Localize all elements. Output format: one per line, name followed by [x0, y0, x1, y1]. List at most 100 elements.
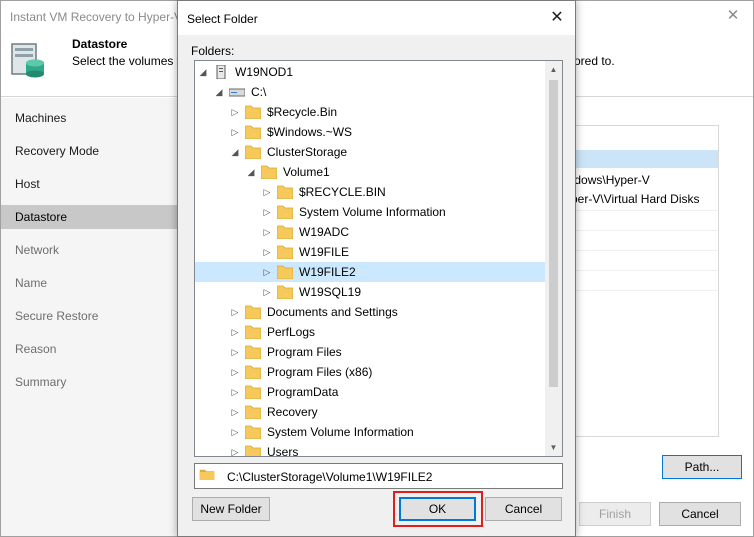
tree-node-label: W19ADC [299, 225, 350, 239]
chevron-right-icon[interactable]: ▷ [229, 122, 241, 142]
folders-label: Folders: [191, 44, 235, 58]
chevron-right-icon[interactable]: ▷ [261, 222, 273, 242]
chevron-right-icon[interactable]: ▷ [229, 362, 241, 382]
finish-button: Finish [579, 502, 651, 526]
tree-node[interactable]: ▷ W19FILE [195, 242, 545, 262]
tree-node[interactable]: ▷ $RECYCLE.BIN [195, 182, 545, 202]
chevron-down-icon[interactable]: ◢ [197, 62, 209, 82]
tree-scrollbar[interactable]: ▲ ▼ [545, 61, 562, 456]
step-secure-restore: Secure Restore [15, 309, 99, 323]
list-row-selected[interactable] [561, 150, 718, 168]
chevron-right-icon[interactable]: ▷ [229, 342, 241, 362]
folder-icon [245, 305, 261, 319]
chevron-right-icon[interactable]: ▷ [229, 322, 241, 342]
tree-node[interactable]: ▷ Program Files [195, 342, 545, 362]
folder-icon [277, 285, 293, 299]
folder-icon [245, 145, 261, 159]
tree-node-label: W19FILE [299, 245, 350, 259]
wizard-step-description-tail: ored to. [574, 54, 615, 68]
chevron-right-icon[interactable]: ▷ [261, 202, 273, 222]
wizard-title: Instant VM Recovery to Hyper-V [10, 10, 183, 24]
select-folder-dialog: Select Folder ✕ Folders: ◢ W19NOD1 ◢ C:\ ▷ $R… [177, 0, 576, 537]
folder-icon [245, 325, 261, 339]
chevron-right-icon[interactable]: ▷ [261, 242, 273, 262]
folder-icon [245, 445, 261, 456]
close-icon[interactable]: ✕ [723, 7, 743, 25]
step-recovery-mode[interactable]: Recovery Mode [1, 139, 179, 163]
new-folder-button[interactable]: New Folder [192, 497, 270, 521]
folder-tree[interactable]: ◢ W19NOD1 ◢ C:\ ▷ $Recycle.Bin ▷ $Windows.~WS ◢ C… [194, 60, 563, 457]
chevron-right-icon[interactable]: ▷ [229, 402, 241, 422]
tree-node-label: $RECYCLE.BIN [299, 185, 386, 199]
step-machines[interactable]: Machines [1, 106, 179, 130]
tree-node[interactable]: ▷ $Windows.~WS [195, 122, 545, 142]
tree-node-label: $Windows.~WS [267, 125, 353, 139]
tree-node[interactable]: ▷ W19ADC [195, 222, 545, 242]
chevron-right-icon[interactable]: ▷ [229, 422, 241, 442]
tree-node[interactable]: ▷ PerfLogs [195, 322, 545, 342]
tree-node[interactable]: ◢ ClusterStorage [195, 142, 545, 162]
computer-icon [216, 65, 226, 79]
chevron-right-icon[interactable]: ▷ [261, 182, 273, 202]
list-item[interactable]: indows\Hyper-V [565, 173, 650, 187]
tree-node[interactable]: ▷ ProgramData [195, 382, 545, 402]
folder-icon [245, 405, 261, 419]
tree-node-label: Volume1 [283, 165, 330, 179]
chevron-right-icon[interactable]: ▷ [261, 282, 273, 302]
list-divider [561, 270, 718, 271]
tree-node[interactable]: ▷ Program Files (x86) [195, 362, 545, 382]
scroll-down-icon[interactable]: ▼ [545, 439, 562, 456]
chevron-right-icon[interactable]: ▷ [229, 102, 241, 122]
tree-node[interactable]: ▷ System Volume Information [195, 202, 545, 222]
scrollbar-thumb[interactable] [549, 80, 558, 387]
tree-node-label: System Volume Information [299, 205, 446, 219]
scroll-up-icon[interactable]: ▲ [545, 61, 562, 78]
drive-icon [229, 88, 245, 97]
tree-node[interactable]: ▷ System Volume Information [195, 422, 545, 442]
folder-icon [277, 205, 293, 219]
step-datastore[interactable]: Datastore [1, 205, 179, 229]
wizard-cancel-button[interactable]: Cancel [659, 502, 741, 526]
tree-node[interactable]: ▷ Documents and Settings [195, 302, 545, 322]
tree-node[interactable]: ◢ Volume1 [195, 162, 545, 182]
tree-node[interactable]: ◢ W19NOD1 [195, 62, 545, 82]
wizard-step-title: Datastore [72, 37, 128, 51]
list-item[interactable]: yper-V\Virtual Hard Disks [565, 192, 699, 206]
tree-node-label: System Volume Information [267, 425, 414, 439]
path-button[interactable]: Path... [662, 455, 742, 479]
tree-node-label: ClusterStorage [267, 145, 348, 159]
datastore-list[interactable]: indows\Hyper-V yper-V\Virtual Hard Disks [561, 125, 719, 437]
tree-node[interactable]: ◢ C:\ [195, 82, 545, 102]
chevron-right-icon[interactable]: ▷ [229, 442, 241, 456]
cancel-button[interactable]: Cancel [485, 497, 562, 521]
chevron-right-icon[interactable]: ▷ [229, 382, 241, 402]
tree-node[interactable]: ▷ Recovery [195, 402, 545, 422]
folder-icon [199, 469, 215, 480]
tree-node-label: Recovery [267, 405, 318, 419]
tree-node-label: Documents and Settings [267, 305, 398, 319]
tree-node[interactable]: ▷ W19SQL19 [195, 282, 545, 302]
dialog-titlebar: Select Folder ✕ [178, 1, 575, 35]
tree-node-label: $Recycle.Bin [267, 105, 338, 119]
tree-node-label: W19NOD1 [235, 65, 294, 79]
wizard-step-description: Select the volumes w [72, 54, 186, 68]
chevron-down-icon[interactable]: ◢ [245, 162, 257, 182]
tree-node-label: W19FILE2 [299, 265, 356, 279]
tree-node-selected[interactable]: ▷ W19FILE2 [195, 262, 545, 282]
tree-node-label: W19SQL19 [299, 285, 362, 299]
tree-node[interactable]: ▷ $Recycle.Bin [195, 102, 545, 122]
datastore-icon [11, 43, 44, 78]
chevron-right-icon[interactable]: ▷ [261, 262, 273, 282]
chevron-right-icon[interactable]: ▷ [229, 302, 241, 322]
close-icon[interactable]: ✕ [547, 8, 567, 28]
selected-path-field[interactable]: C:\ClusterStorage\Volume1\W19FILE2 [194, 463, 563, 489]
step-network: Network [15, 243, 60, 257]
tree-node-label: C:\ [251, 85, 267, 99]
chevron-down-icon[interactable]: ◢ [229, 142, 241, 162]
tree-node[interactable]: ▷ Users [195, 442, 545, 456]
step-host[interactable]: Host [1, 172, 179, 196]
chevron-down-icon[interactable]: ◢ [213, 82, 225, 102]
folder-icon [245, 365, 261, 379]
folder-icon [277, 245, 293, 259]
ok-button[interactable]: OK [399, 497, 476, 521]
